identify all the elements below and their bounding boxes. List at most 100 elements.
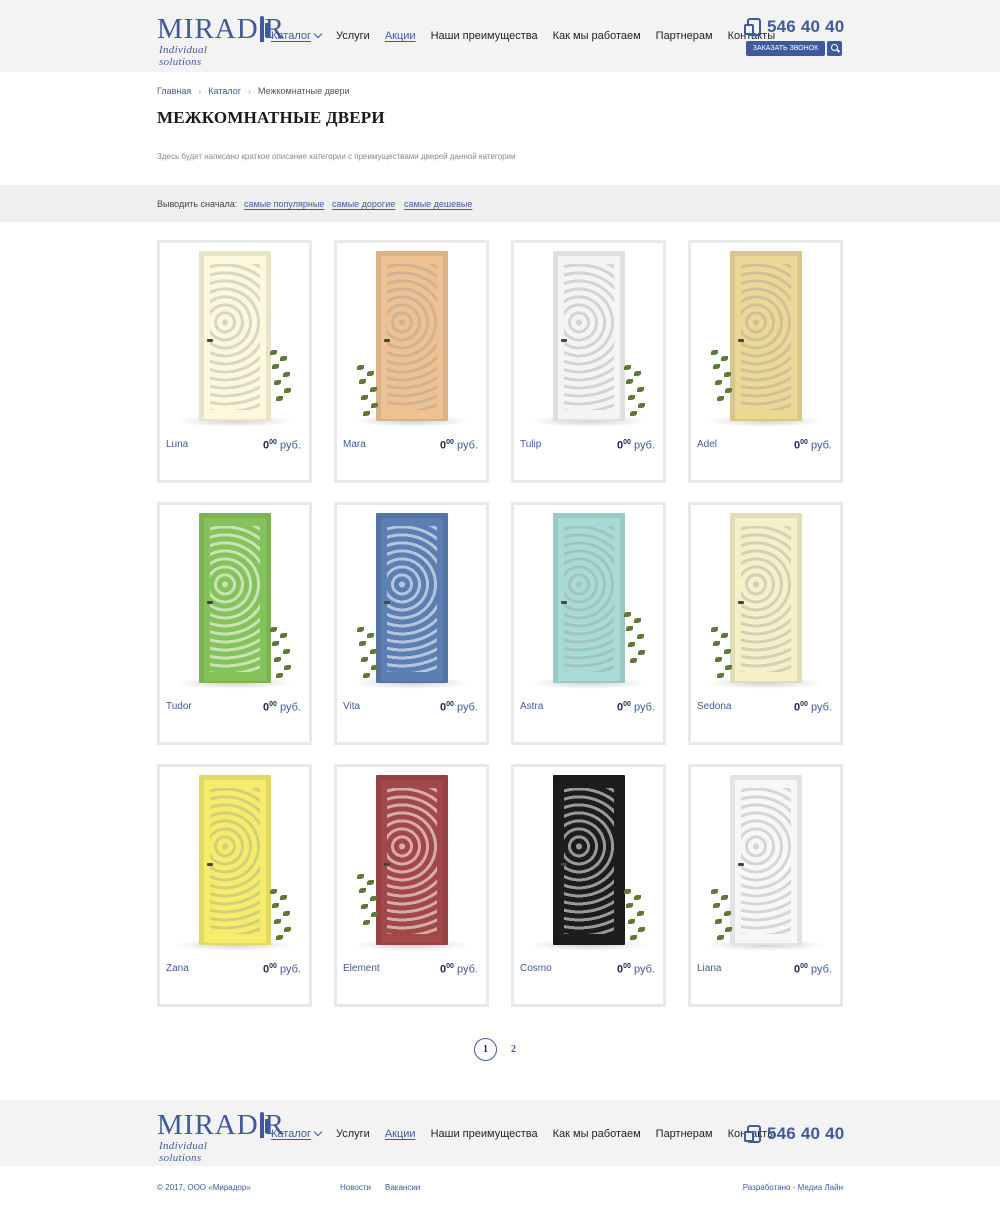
nav-partners[interactable]: Партнерам: [656, 1128, 713, 1140]
developer-link[interactable]: Медиа Лайн: [798, 1183, 843, 1192]
nav-catalog[interactable]: Каталог: [271, 1127, 323, 1140]
phone-icon: [744, 1125, 761, 1143]
nav-how-we-work[interactable]: Как мы работаем: [553, 30, 641, 42]
product-price: 000 руб.: [440, 963, 478, 976]
door-image[interactable]: [691, 251, 840, 427]
product-name[interactable]: Cosmo: [520, 963, 552, 974]
door-image[interactable]: [160, 251, 309, 427]
nav-catalog[interactable]: Каталог: [271, 29, 323, 42]
product-name[interactable]: Tulip: [520, 439, 541, 450]
price-currency: руб.: [280, 963, 301, 976]
door-image[interactable]: [514, 251, 663, 427]
product-name[interactable]: Adel: [697, 439, 717, 450]
door-pattern: [210, 788, 260, 934]
door-handle: [384, 863, 390, 866]
product-card[interactable]: Sedona 000 руб.: [688, 502, 843, 745]
product-price: 000 руб.: [617, 701, 655, 714]
breadcrumb-separator-icon: ›: [247, 86, 251, 96]
product-card[interactable]: Element 000 руб.: [334, 764, 489, 1007]
product-card[interactable]: Zana 000 руб.: [157, 764, 312, 1007]
price-cents: 00: [269, 701, 277, 708]
nav-how-we-work[interactable]: Как мы работаем: [553, 1128, 641, 1140]
price-currency: руб.: [457, 701, 478, 714]
breadcrumb-catalog[interactable]: Каталог: [208, 86, 241, 96]
door-handle: [738, 863, 744, 866]
product-name[interactable]: Liana: [697, 963, 721, 974]
sort-popular[interactable]: самые популярные: [244, 199, 324, 209]
nav-services[interactable]: Услуги: [336, 30, 370, 42]
nav-promotions[interactable]: Акции: [385, 1128, 416, 1140]
nav-advantages[interactable]: Наши преимущества: [431, 1128, 538, 1140]
door-image[interactable]: [514, 775, 663, 951]
nav-promotions[interactable]: Акции: [385, 30, 416, 42]
sort-expensive[interactable]: самые дорогие: [332, 199, 395, 209]
header-phone[interactable]: 546 40 40: [744, 17, 844, 37]
product-price: 000 руб.: [440, 439, 478, 452]
breadcrumb-home[interactable]: Главная: [157, 86, 191, 96]
product-price: 000 руб.: [263, 439, 301, 452]
door-image[interactable]: [337, 251, 486, 427]
door-image[interactable]: [160, 513, 309, 689]
product-name[interactable]: Tudor: [166, 701, 192, 712]
footer-logo[interactable]: MIRAD R Individual solutions: [157, 1109, 286, 1164]
door-image[interactable]: [337, 513, 486, 689]
door-image[interactable]: [514, 513, 663, 689]
site-header: MIRAD R Individual solutions Каталог Услу…: [0, 0, 1000, 72]
price-currency: руб.: [280, 701, 301, 714]
ivy-decoration: [622, 885, 650, 945]
callback-button[interactable]: ЗАКАЗАТЬ ЗВОНОК: [746, 41, 825, 56]
product-price: 000 руб.: [440, 701, 478, 714]
ivy-decoration: [268, 623, 296, 683]
site-footer: MIRAD R Individual solutions Каталог Услу…: [0, 1100, 1000, 1166]
product-price: 000 руб.: [617, 439, 655, 452]
footer-phone[interactable]: 546 40 40: [744, 1124, 844, 1144]
search-button[interactable]: [827, 41, 842, 56]
footer-link-news[interactable]: Новости: [340, 1183, 371, 1192]
product-name[interactable]: Mara: [343, 439, 366, 450]
door-image[interactable]: [691, 513, 840, 689]
page-1[interactable]: 1: [474, 1038, 497, 1061]
callback-label: ЗАКАЗАТЬ ЗВОНОК: [752, 45, 819, 52]
product-card[interactable]: Tudor 000 руб.: [157, 502, 312, 745]
door-handle: [207, 863, 213, 866]
price-cents: 00: [623, 439, 631, 446]
price-cents: 00: [269, 439, 277, 446]
product-name[interactable]: Element: [343, 963, 380, 974]
nav-partners[interactable]: Партнерам: [656, 30, 713, 42]
logo-word: MIRAD R: [157, 1109, 286, 1141]
product-price: 000 руб.: [794, 701, 832, 714]
door-image[interactable]: [337, 775, 486, 951]
product-name[interactable]: Astra: [520, 701, 543, 712]
product-card[interactable]: Cosmo 000 руб.: [511, 764, 666, 1007]
product-name[interactable]: Zana: [166, 963, 189, 974]
nav-advantages[interactable]: Наши преимущества: [431, 30, 538, 42]
price-currency: руб.: [811, 701, 832, 714]
product-card[interactable]: Vita 000 руб.: [334, 502, 489, 745]
product-card[interactable]: Adel 000 руб.: [688, 240, 843, 483]
product-name[interactable]: Luna: [166, 439, 188, 450]
door-image[interactable]: [160, 775, 309, 951]
door-handle: [738, 601, 744, 604]
product-price: 000 руб.: [794, 439, 832, 452]
price-currency: руб.: [634, 701, 655, 714]
price-currency: руб.: [811, 439, 832, 452]
product-card[interactable]: Astra 000 руб.: [511, 502, 666, 745]
product-name[interactable]: Vita: [343, 701, 360, 712]
nav-services[interactable]: Услуги: [336, 1128, 370, 1140]
door-image[interactable]: [691, 775, 840, 951]
product-card[interactable]: Luna 000 руб.: [157, 240, 312, 483]
ivy-decoration: [355, 870, 383, 930]
logo[interactable]: MIRAD R Individual solutions: [157, 14, 284, 68]
product-card[interactable]: Liana 000 руб.: [688, 764, 843, 1007]
phone-icon: [744, 18, 761, 36]
product-card[interactable]: Tulip 000 руб.: [511, 240, 666, 483]
door-handle: [561, 339, 567, 342]
door-pattern: [741, 264, 791, 410]
product-card[interactable]: Mara 000 руб.: [334, 240, 489, 483]
page-2[interactable]: 2: [502, 1038, 525, 1061]
door-icon: [259, 16, 269, 42]
footer-link-vacancies[interactable]: Вакансии: [385, 1183, 420, 1192]
door-handle: [207, 339, 213, 342]
sort-cheap[interactable]: самые дешевые: [404, 199, 472, 209]
product-name[interactable]: Sedona: [697, 701, 731, 712]
